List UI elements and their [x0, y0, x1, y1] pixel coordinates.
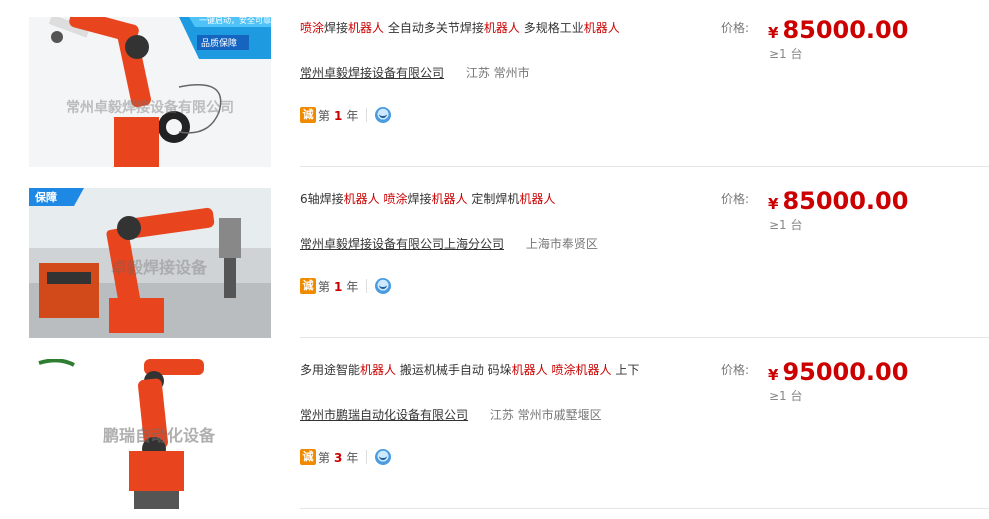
listing-item[interactable]: 一键启动，安全可靠 品质保障 常州卓毅焊接设备有限公司 喷涂焊接机器人 全自动多…	[0, 0, 989, 171]
title-keyword: 机器人	[483, 21, 520, 35]
chengxintong-icon[interactable]: 诚	[300, 107, 316, 123]
member-years: 第3年	[318, 450, 359, 465]
price: ¥85000.00	[768, 16, 909, 44]
product-image[interactable]: 一键启动，安全可靠 品质保障 常州卓毅焊接设备有限公司	[29, 17, 271, 167]
company-location: 江苏 常州市戚墅堰区	[489, 408, 602, 422]
title-keyword: 喷涂	[300, 21, 325, 35]
wangwang-chat-icon[interactable]	[375, 278, 392, 294]
company-row: 常州卓毅焊接设备有限公司上海分公司 上海市奉贤区	[300, 235, 598, 252]
image-watermark: 鹏瑞自动化设备	[103, 426, 216, 445]
company-link[interactable]: 常州卓毅焊接设备有限公司	[300, 66, 444, 80]
min-order-qty: ≥1 台	[769, 218, 803, 232]
title-text: 焊接	[324, 21, 349, 35]
chengxintong-icon[interactable]: 诚	[300, 449, 316, 465]
price-label: 价格:	[721, 192, 750, 206]
company-row: 常州市鹏瑞自动化设备有限公司 江苏 常州市戚墅堰区	[300, 406, 602, 423]
product-title[interactable]: 多用途智能机器人 搬运机械手自动 码垛机器人 喷涂机器人 上下	[300, 361, 639, 378]
price-label: 价格:	[721, 363, 750, 377]
member-years: 第1年	[318, 279, 359, 294]
row-divider	[300, 508, 989, 509]
banner-text-1: 一键启动，安全可靠	[199, 17, 271, 25]
product-title[interactable]: 6轴焊接机器人 喷涂焊接机器人 定制焊机机器人	[300, 190, 555, 207]
banner-text-1: 保障	[34, 190, 57, 204]
supplier-badges: 诚 第3年	[300, 448, 392, 466]
title-text: 多规格工业	[519, 21, 584, 35]
product-title[interactable]: 喷涂焊接机器人 全自动多关节焊接机器人 多规格工业机器人	[300, 19, 620, 36]
title-text: 焊接	[407, 192, 432, 206]
product-image[interactable]: 保障 卓毅焊接设备	[29, 188, 271, 338]
min-order-qty: ≥1 台	[769, 389, 803, 403]
member-years: 第1年	[318, 108, 359, 123]
divider	[366, 279, 368, 293]
title-keyword: 机器人	[519, 192, 556, 206]
listing-item[interactable]: 鹏瑞自动化设备 多用途智能机器人 搬运机械手自动 码垛机器人 喷涂机器人 上下 …	[0, 342, 989, 513]
title-text: 6轴焊接	[300, 192, 344, 206]
wangwang-chat-icon[interactable]	[375, 449, 392, 465]
title-keyword: 机器人	[343, 192, 380, 206]
company-link[interactable]: 常州卓毅焊接设备有限公司上海分公司	[300, 237, 504, 251]
title-text: 多用途智能	[300, 363, 361, 377]
title-keyword: 喷涂	[383, 192, 408, 206]
divider	[366, 450, 368, 464]
divider	[366, 108, 368, 122]
price: ¥85000.00	[768, 187, 909, 215]
title-text: 定制焊机	[467, 192, 520, 206]
product-image[interactable]: 鹏瑞自动化设备	[29, 359, 271, 509]
title-keyword: 喷涂	[551, 363, 576, 377]
price: ¥95000.00	[768, 358, 909, 386]
title-keyword: 机器人	[348, 21, 385, 35]
title-text: 上下	[611, 363, 640, 377]
row-divider	[300, 337, 989, 338]
row-divider	[300, 166, 989, 167]
title-keyword: 机器人	[575, 363, 612, 377]
company-location: 江苏 常州市	[465, 66, 530, 80]
title-text: 全自动多关节焊接	[384, 21, 484, 35]
company-link[interactable]: 常州市鹏瑞自动化设备有限公司	[300, 408, 468, 422]
min-order-qty: ≥1 台	[769, 47, 803, 61]
company-row: 常州卓毅焊接设备有限公司 江苏 常州市	[300, 64, 530, 81]
title-keyword: 机器人	[431, 192, 468, 206]
image-watermark: 卓毅焊接设备	[111, 258, 208, 277]
title-keyword: 机器人	[360, 363, 397, 377]
title-text: 搬运机械手自动 码垛	[396, 363, 512, 377]
chengxintong-icon[interactable]: 诚	[300, 278, 316, 294]
image-watermark: 常州卓毅焊接设备有限公司	[66, 99, 234, 116]
supplier-badges: 诚 第1年	[300, 106, 392, 124]
supplier-badges: 诚 第1年	[300, 277, 392, 295]
company-location: 上海市奉贤区	[525, 237, 598, 251]
banner-text-2: 品质保障	[201, 37, 237, 49]
price-label: 价格:	[721, 21, 750, 35]
listing-item[interactable]: 保障 卓毅焊接设备 6轴焊接机器人 喷涂焊接机器人 定制焊机机器人 常州卓毅焊接…	[0, 171, 989, 342]
wangwang-chat-icon[interactable]	[375, 107, 392, 123]
title-keyword: 机器人	[511, 363, 548, 377]
title-keyword: 机器人	[583, 21, 620, 35]
